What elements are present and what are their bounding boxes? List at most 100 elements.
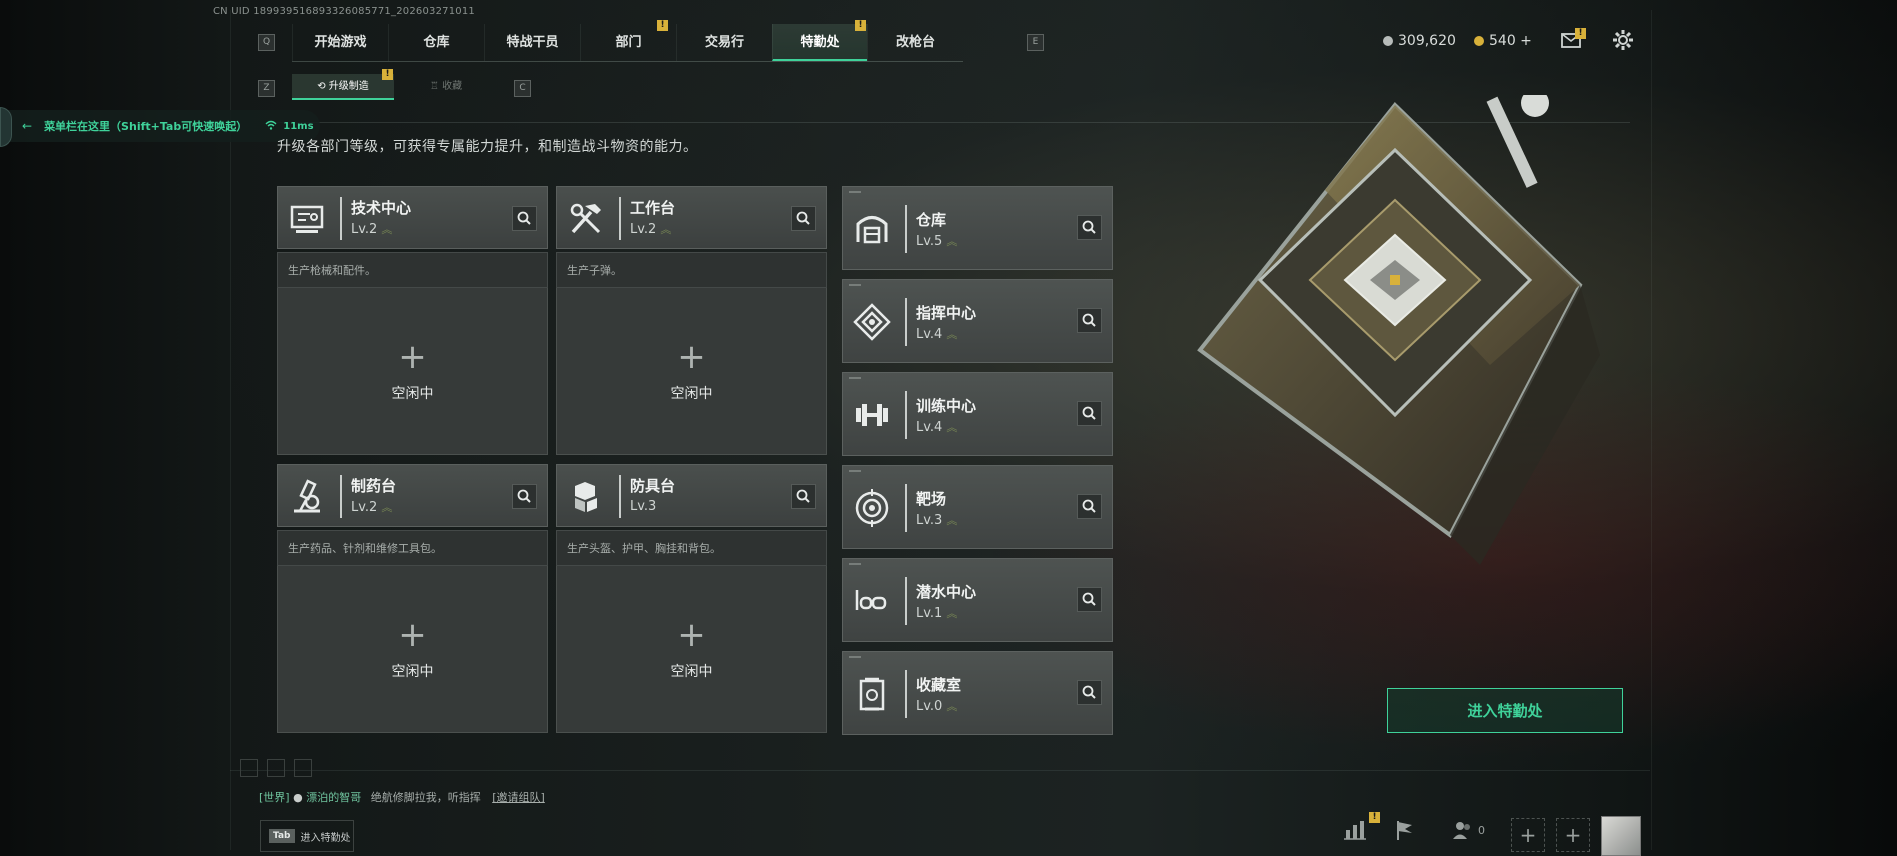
subtab-upgrade[interactable]: ⟲ 升级制造 ! <box>292 69 394 100</box>
search-icon <box>1082 592 1096 606</box>
workstation-header[interactable]: 工作台 Lv.2 ︽ <box>556 186 827 249</box>
inspect-button[interactable] <box>512 206 537 231</box>
upgrade-chevron-icon: ︽ <box>946 235 958 248</box>
workstation-card[interactable]: 防具台 Lv.3 生产头盔、护甲、胸挂和背包。 + 空闲中 <box>556 464 827 733</box>
workstation-header[interactable]: 技术中心 Lv.2 ︽ <box>277 186 548 249</box>
workbench-icon <box>565 198 607 240</box>
nav-next-key: E <box>1027 34 1044 51</box>
add-slot-button[interactable]: + <box>1511 818 1545 852</box>
craft-slot[interactable]: + 空闲中 <box>556 566 827 733</box>
subtab-collection[interactable]: ♖ 收藏 <box>398 74 494 100</box>
craft-slot[interactable]: + 空闲中 <box>277 566 548 733</box>
enter-special-ops-button[interactable]: 进入特勤处 <box>1387 688 1623 733</box>
workstation-card[interactable]: 制药台 Lv.2 ︽ 生产药品、针剂和维修工具包。 + 空闲中 <box>277 464 548 733</box>
department-name: 靶场 <box>916 490 947 508</box>
friends-icon <box>1453 822 1470 839</box>
chat-message: 绝航修脚拉我，听指挥 <box>370 791 481 804</box>
department-card[interactable]: 仓库 Lv.5 ︽ <box>842 186 1113 270</box>
department-card[interactable]: 潜水中心 Lv.1 ︽ <box>842 558 1113 642</box>
chat-invite-link[interactable]: [邀请组队] <box>492 791 545 804</box>
workstation-desc: 生产子弹。 <box>556 252 827 288</box>
card-tick <box>849 284 861 286</box>
tab-operators[interactable]: 特战干员 <box>484 24 580 61</box>
department-level: Lv.5 ︽ <box>916 234 958 249</box>
department-level: Lv.0 ︽ <box>916 699 958 714</box>
header-divider <box>905 391 907 439</box>
inspect-button[interactable] <box>1077 401 1102 426</box>
menu-knob[interactable] <box>0 107 12 147</box>
card-tick <box>849 191 861 193</box>
command-center-icon <box>851 301 893 343</box>
friends-button[interactable]: 0 <box>1450 818 1490 848</box>
card-tick <box>849 563 861 565</box>
search-icon <box>517 211 531 225</box>
inspect-button[interactable] <box>1077 308 1102 333</box>
tab-departments-badge: ! <box>657 20 668 31</box>
workstation-level: Lv.2 ︽ <box>351 500 393 515</box>
department-card[interactable]: 收藏室 Lv.0 ︽ <box>842 651 1113 735</box>
settings-button[interactable] <box>1612 29 1634 51</box>
workstation-name: 制药台 <box>351 477 397 495</box>
inspect-button[interactable] <box>512 484 537 509</box>
add-slot-button[interactable]: + <box>1556 818 1590 852</box>
workstation-name: 技术中心 <box>351 199 412 217</box>
menu-bar-hint[interactable]: ← 菜单栏在这里（Shift+Tab可快速唤起） 11ms <box>0 110 320 142</box>
workstation-name: 防具台 <box>630 477 676 495</box>
workstation-level: Lv.2 ︽ <box>351 222 393 237</box>
department-card[interactable]: 靶场 Lv.3 ︽ <box>842 465 1113 549</box>
tab-hint[interactable]: Tab 进入特勤处 <box>260 820 354 852</box>
department-card[interactable]: 指挥中心 Lv.4 ︽ <box>842 279 1113 363</box>
latency-label: 11ms <box>283 120 314 132</box>
header-divider <box>905 298 907 346</box>
card-tick <box>849 656 861 658</box>
mail-button[interactable]: ! <box>1561 28 1586 49</box>
inspect-button[interactable] <box>1077 680 1102 705</box>
header-divider <box>619 197 621 240</box>
chat-user[interactable]: 漂泊的智哥 <box>306 791 361 804</box>
department-card[interactable]: 训练中心 Lv.4 ︽ <box>842 372 1113 456</box>
header-divider <box>905 577 907 625</box>
inspect-button[interactable] <box>1077 215 1102 240</box>
search-icon <box>796 211 810 225</box>
grid-square <box>294 759 312 777</box>
diving-center-icon <box>851 580 893 622</box>
slot-status: 空闲中 <box>670 386 713 402</box>
grid-square <box>240 759 258 777</box>
stats-button[interactable]: ! <box>1343 812 1380 848</box>
inspect-button[interactable] <box>791 484 816 509</box>
friends-count: 0 <box>1478 824 1485 837</box>
upgrade-chevron-icon: ︽ <box>946 514 958 527</box>
gold-coin-icon <box>1474 36 1484 46</box>
grid-square <box>267 759 285 777</box>
search-icon <box>1082 220 1096 234</box>
header-divider <box>340 197 342 240</box>
inspect-button[interactable] <box>791 206 816 231</box>
search-icon <box>1082 685 1096 699</box>
workstation-card[interactable]: 技术中心 Lv.2 ︽ 生产枪械和配件。 + 空闲中 <box>277 186 548 455</box>
upgrade-chevron-icon: ︽ <box>381 223 393 236</box>
tab-departments[interactable]: 部门 ! <box>580 20 676 61</box>
workstation-card[interactable]: 工作台 Lv.2 ︽ 生产子弹。 + 空闲中 <box>556 186 827 455</box>
craft-slot[interactable]: + 空闲中 <box>556 288 827 455</box>
department-name: 潜水中心 <box>916 583 977 601</box>
chat-line[interactable]: [世界] ● 漂泊的智哥 绝航修脚拉我，听指挥 [邀请组队] <box>259 789 545 805</box>
tab-gunsmith[interactable]: 改枪台 <box>867 24 963 61</box>
inspect-button[interactable] <box>1077 587 1102 612</box>
tab-trading[interactable]: 交易行 <box>676 24 772 61</box>
inspect-button[interactable] <box>1077 494 1102 519</box>
workstation-header[interactable]: 制药台 Lv.2 ︽ <box>277 464 548 527</box>
tab-special-ops[interactable]: 特勤处 ! <box>772 20 867 61</box>
flag-button[interactable] <box>1393 818 1421 848</box>
tab-start-game[interactable]: 开始游戏 <box>292 24 388 61</box>
avatar[interactable] <box>1601 816 1641 856</box>
divider-line-bottom <box>230 770 1650 771</box>
card-tick <box>849 377 861 379</box>
upgrade-chevron-icon: ︽ <box>946 328 958 341</box>
craft-slot[interactable]: + 空闲中 <box>277 288 548 455</box>
mail-badge: ! <box>1575 28 1586 39</box>
workstation-header[interactable]: 防具台 Lv.3 <box>556 464 827 527</box>
gold-currency[interactable]: 540 + <box>1474 33 1532 49</box>
subtab-upgrade-badge: ! <box>382 69 393 80</box>
special-ops-cube-art <box>1150 89 1620 565</box>
tab-warehouse[interactable]: 仓库 <box>388 24 484 61</box>
